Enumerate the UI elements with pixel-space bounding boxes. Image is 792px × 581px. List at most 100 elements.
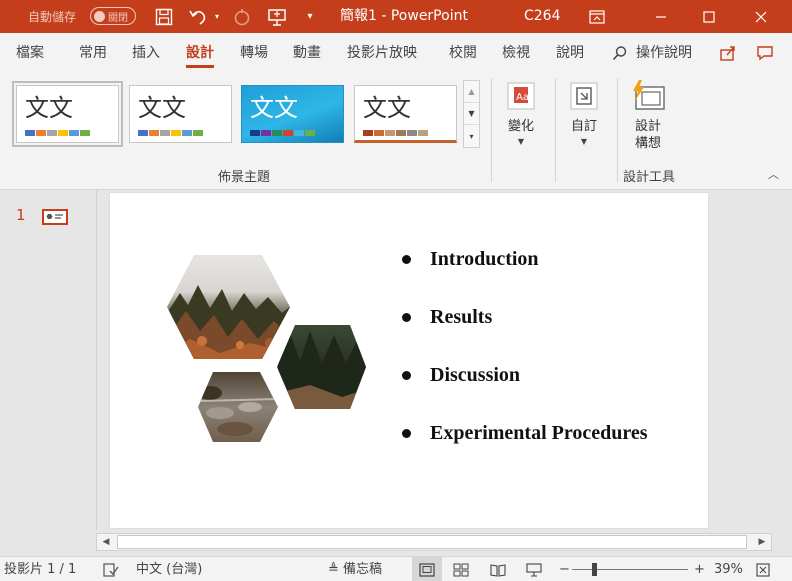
present-from-start-icon[interactable]	[262, 0, 292, 33]
group-separator	[617, 78, 618, 182]
zoom-slider-thumb[interactable]	[592, 563, 597, 576]
slide-thumbnail[interactable]	[42, 209, 68, 225]
theme-swatches	[250, 130, 316, 136]
normal-view-icon	[419, 562, 435, 577]
tab-design-label: 設計	[186, 45, 214, 61]
theme-glyph: 文文	[250, 94, 298, 122]
customize-button[interactable]: 自訂 ▼	[566, 78, 602, 146]
zoom-out-icon[interactable]: −	[559, 557, 570, 581]
theme-warm[interactable]: 文文	[354, 85, 457, 143]
tab-view[interactable]: 檢視	[502, 33, 530, 72]
notes-button[interactable]: ≜ 備忘稿	[328, 557, 382, 581]
search-icon	[612, 45, 627, 60]
bullet-discussion[interactable]: Discussion	[402, 357, 648, 415]
tab-slideshow[interactable]: 投影片放映	[347, 33, 417, 72]
gallery-more-icon[interactable]: ▾	[464, 125, 479, 147]
design-ideas-label: 設計 構想	[635, 118, 661, 152]
slide-count: 投影片 1 / 1	[4, 562, 77, 577]
tab-transitions[interactable]: 轉場	[240, 33, 268, 72]
gallery-up-icon[interactable]: ▲	[464, 81, 479, 103]
autosave-toggle-label: 關閉	[108, 12, 128, 24]
theme-blue[interactable]: 文文	[241, 85, 344, 143]
theme-office[interactable]: 文文	[12, 81, 123, 147]
design-ideas-label-1: 設計	[634, 119, 661, 134]
tab-animations[interactable]: 動畫	[293, 33, 321, 72]
slide-sorter-icon[interactable]	[453, 557, 469, 581]
theme-office-2[interactable]: 文文	[129, 85, 232, 143]
scroll-left-icon[interactable]: ◀	[97, 534, 115, 550]
variants-dropdown-icon: ▼	[517, 137, 525, 146]
spellcheck-icon[interactable]	[103, 557, 119, 581]
theme-swatches	[25, 130, 91, 136]
tab-home[interactable]: 常用	[79, 33, 107, 72]
notes-icon: ≜	[328, 562, 339, 577]
close-icon[interactable]	[738, 0, 784, 33]
slideshow-view-icon[interactable]	[526, 557, 542, 581]
bullet-results[interactable]: Results	[402, 299, 648, 357]
undo-icon[interactable]	[184, 0, 212, 33]
themes-group-label: 佈景主題	[218, 170, 271, 185]
tab-review[interactable]: 校閱	[449, 33, 477, 72]
undo-dropdown-icon[interactable]: ▾	[211, 0, 223, 33]
zoom-slider-track[interactable]	[572, 569, 688, 570]
collapse-ribbon-icon[interactable]: ︿	[768, 166, 779, 182]
customize-dropdown-icon: ▼	[580, 137, 588, 146]
tab-help[interactable]: 說明	[556, 33, 584, 72]
fit-to-window-icon[interactable]	[756, 557, 770, 581]
theme-gallery-scroll[interactable]: ▲ ▼ ▾	[463, 80, 480, 148]
tab-insert[interactable]: 插入	[132, 33, 160, 72]
ribbon-design: 文文 文文 文文 文文 ▲ ▼ ▾ 佈景主題 Aa 變化 ▼ 自訂 ▼ 設計 構…	[0, 72, 792, 190]
design-ideas-button[interactable]: 設計 構想	[630, 78, 666, 152]
redo-icon[interactable]	[228, 0, 256, 33]
theme-glyph: 文文	[138, 94, 186, 122]
zoom-level[interactable]: 39%	[714, 557, 743, 581]
reading-view-icon[interactable]	[490, 557, 506, 581]
bullet-experimental-procedures[interactable]: Experimental Procedures	[402, 415, 648, 473]
title-bar: 自動儲存 關閉 ▾ ▾ 簡報1 - PowerPoint C264	[0, 0, 792, 33]
scrollbar-thumb[interactable]	[117, 535, 747, 549]
customize-label: 自訂	[570, 119, 597, 134]
design-ideas-icon	[630, 78, 666, 114]
maximize-icon[interactable]	[686, 0, 732, 33]
toggle-knob	[94, 10, 105, 22]
minimize-icon[interactable]	[638, 0, 684, 33]
status-bar: 投影片 1 / 1 中文 (台灣) ≜ 備忘稿 − + 39%	[0, 556, 792, 581]
notes-label: 備忘稿	[343, 562, 383, 577]
ribbon-display-options-icon[interactable]	[574, 0, 620, 33]
language-indicator[interactable]: 中文 (台灣)	[136, 557, 202, 581]
customize-qat-icon[interactable]: ▾	[302, 0, 318, 33]
group-separator	[491, 78, 492, 182]
document-title: 簡報1 - PowerPoint	[340, 8, 468, 24]
zoom-in-icon[interactable]: +	[694, 557, 705, 581]
active-tab-underline	[186, 65, 214, 68]
tell-me-label: 操作說明	[636, 44, 692, 61]
svg-text:Aa: Aa	[516, 92, 529, 103]
tell-me-search[interactable]: 操作說明	[612, 33, 692, 72]
ribbon-tabs: 檔案 常用 插入 設計 轉場 動畫 投影片放映 校閱 檢視 說明 操作說明	[0, 33, 792, 72]
slide-canvas[interactable]: Introduction Results Discussion Experime…	[110, 193, 708, 528]
variants-icon: Aa	[503, 78, 539, 114]
bullet-list[interactable]: Introduction Results Discussion Experime…	[402, 241, 648, 473]
bullet-introduction[interactable]: Introduction	[402, 241, 648, 299]
thumbnail-pane: 1	[0, 190, 96, 530]
scroll-right-icon[interactable]: ▶	[753, 534, 771, 550]
save-icon[interactable]	[150, 0, 178, 33]
user-name[interactable]: C264	[524, 0, 561, 33]
slide-size-icon	[566, 78, 602, 114]
design-ideas-label-2: 構想	[634, 136, 661, 151]
variants-button[interactable]: Aa 變化 ▼	[503, 78, 539, 146]
theme-glyph: 文文	[363, 94, 411, 122]
gallery-down-icon[interactable]: ▼	[464, 103, 479, 125]
comments-icon[interactable]	[752, 41, 778, 65]
theme-swatches	[363, 130, 429, 136]
autosave-toggle[interactable]: 關閉	[90, 7, 136, 25]
autosave-label: 自動儲存	[28, 10, 77, 24]
variants-label: 變化	[507, 119, 534, 134]
horizontal-scrollbar[interactable]: ◀ ▶	[96, 533, 772, 551]
share-icon[interactable]	[715, 41, 741, 65]
tab-file[interactable]: 檔案	[16, 33, 44, 72]
tab-design[interactable]: 設計	[186, 33, 214, 72]
designer-group-label: 設計工具	[623, 170, 676, 185]
normal-view-button[interactable]	[412, 557, 442, 581]
vertical-scrollbar[interactable]	[778, 190, 792, 530]
